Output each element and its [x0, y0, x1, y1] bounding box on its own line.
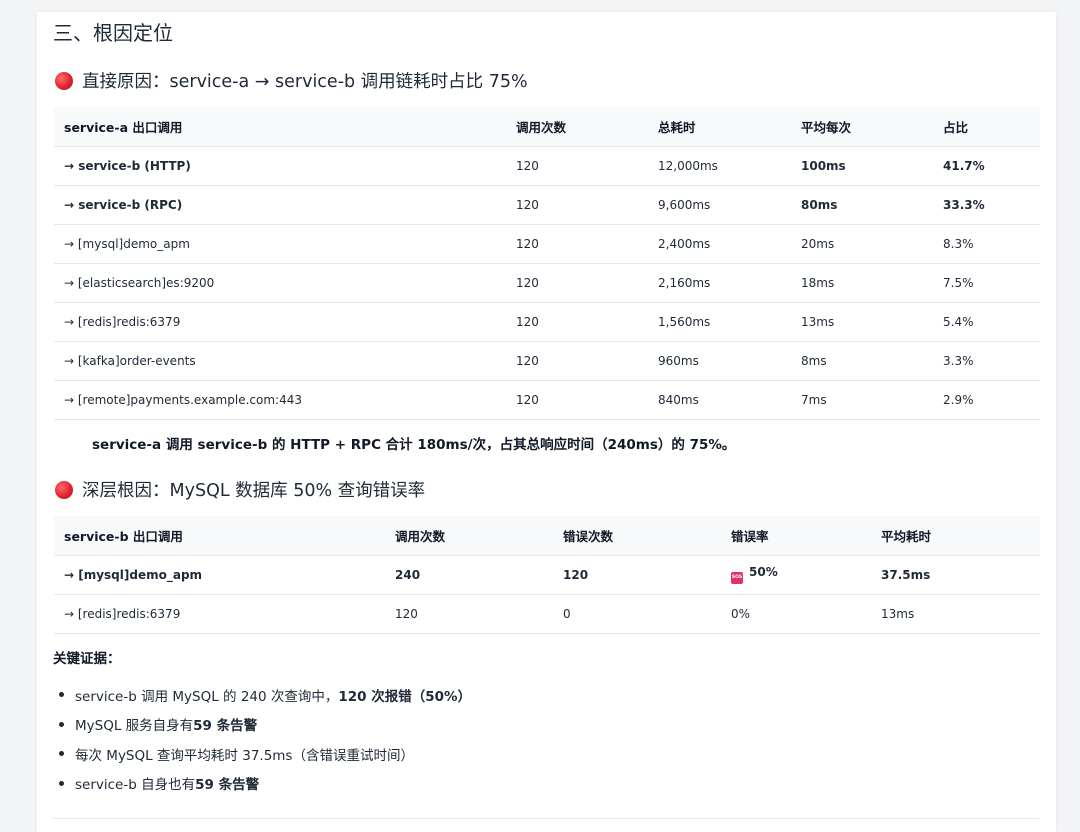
deep-cause-heading: 深层根因：MySQL 数据库 50% 查询错误率 [55, 477, 425, 502]
list-item-emphasis: 120 次报错（50%） [338, 688, 472, 705]
table-cell: 3.3% [933, 341, 1040, 381]
table-cell: → service-b (HTTP) [54, 146, 506, 186]
list-item-text: service-b 自身也有 [75, 777, 196, 794]
table-header-row: service-a 出口调用 调用次数 总耗时 平均每次 占比 [54, 107, 1040, 147]
table-cell: 0% [721, 594, 871, 634]
table-cell: 1,560ms [648, 302, 791, 342]
direct-cause-heading: 直接原因：service-a → service-b 调用链耗时占比 75% [55, 68, 528, 93]
table-cell: 33.3% [933, 185, 1040, 225]
column-header: 总耗时 [648, 107, 791, 147]
direct-cause-summary: service-a 调用 service-b 的 HTTP + RPC 合计 1… [92, 437, 736, 453]
table-cell: 18ms [791, 263, 933, 303]
list-item-emphasis: 59 条告警 [193, 718, 258, 735]
table-cell: → [mysql]demo_apm [54, 224, 506, 264]
table-row: → [elasticsearch]es:9200 120 2,160ms 18m… [54, 263, 1040, 303]
column-header: 平均每次 [791, 107, 933, 147]
red-circle-icon [55, 71, 73, 90]
column-header: service-b 出口调用 [54, 516, 385, 556]
divider [53, 818, 1039, 819]
evidence-title: 关键证据： [53, 651, 121, 667]
table-cell: 37.5ms [871, 555, 1040, 595]
red-circle-icon [55, 480, 73, 499]
table-cell: SOS 50% [721, 555, 871, 595]
table-cell: → [remote]payments.example.com:443 [54, 380, 506, 420]
table-cell: 2.9% [933, 380, 1040, 420]
document-page: 三、根因定位 直接原因：service-a → service-b 调用链耗时占… [37, 12, 1056, 832]
table-cell: 120 [506, 302, 648, 342]
list-item-text: MySQL 服务自身有 [75, 718, 194, 735]
column-header: 平均耗时 [871, 516, 1040, 556]
evidence-list: service-b 调用 MySQL 的 240 次查询中， 120 次报错（50… [59, 680, 471, 798]
table-cell: → [redis]redis:6379 [54, 594, 385, 634]
table-cell: 120 [506, 380, 648, 420]
table-cell: 120 [385, 594, 553, 634]
column-header: 占比 [933, 107, 1040, 147]
table-cell: → service-b (RPC) [54, 185, 506, 225]
table-row: → [kafka]order-events 120 960ms 8ms 3.3% [54, 341, 1040, 381]
table-cell: 20ms [791, 224, 933, 264]
table-cell: → [elasticsearch]es:9200 [54, 263, 506, 303]
sos-icon: SOS [731, 572, 743, 584]
list-item: 每次 MySQL 查询平均耗时 37.5ms（含错误重试时间） [59, 739, 471, 769]
table-cell: 120 [506, 224, 648, 264]
table-cell: 120 [506, 146, 648, 186]
table-header-row: service-b 出口调用 调用次数 错误次数 错误率 平均耗时 [54, 516, 1040, 556]
table-cell: 13ms [791, 302, 933, 342]
table-row: → [redis]redis:6379 120 0 0% 13ms [54, 594, 1040, 634]
table-cell: 0 [553, 594, 721, 634]
table-row: → service-b (HTTP) 120 12,000ms 100ms 41… [54, 146, 1040, 186]
table-cell: 2,160ms [648, 263, 791, 303]
error-rate-value: 50% [749, 565, 778, 579]
column-header: 调用次数 [506, 107, 648, 147]
column-header: service-a 出口调用 [54, 107, 506, 147]
table-cell: 80ms [791, 185, 933, 225]
list-item-text: service-b 调用 MySQL 的 240 次查询中， [75, 688, 339, 705]
deep-cause-heading-text: 深层根因：MySQL 数据库 50% 查询错误率 [82, 481, 426, 501]
table-cell: 120 [553, 555, 721, 595]
section-title: 三、根因定位 [53, 21, 173, 45]
table-cell: 9,600ms [648, 185, 791, 225]
table-cell: 12,000ms [648, 146, 791, 186]
table-row: → [remote]payments.example.com:443 120 8… [54, 380, 1040, 420]
column-header: 错误次数 [553, 516, 721, 556]
direct-cause-heading-text: 直接原因：service-a → service-b 调用链耗时占比 75% [82, 72, 528, 92]
list-item: service-b 自身也有 59 条告警 [59, 769, 471, 799]
table-cell: → [redis]redis:6379 [54, 302, 506, 342]
table-cell: 240 [385, 555, 553, 595]
table-cell: 120 [506, 185, 648, 225]
table-cell: 840ms [648, 380, 791, 420]
table-row: → [mysql]demo_apm 240 120 SOS 50% 37.5ms [54, 555, 1040, 595]
table-cell: 7ms [791, 380, 933, 420]
list-item-emphasis: 59 条告警 [195, 777, 260, 794]
direct-cause-table: service-a 出口调用 调用次数 总耗时 平均每次 占比 → servic… [54, 107, 1040, 420]
table-cell: 5.4% [933, 302, 1040, 342]
table-cell: 120 [506, 263, 648, 303]
table-row: → service-b (RPC) 120 9,600ms 80ms 33.3% [54, 185, 1040, 225]
list-item: MySQL 服务自身有 59 条告警 [59, 710, 471, 740]
table-cell: → [kafka]order-events [54, 341, 506, 381]
table-row: → [redis]redis:6379 120 1,560ms 13ms 5.4… [54, 302, 1040, 342]
column-header: 调用次数 [385, 516, 553, 556]
deep-cause-table: service-b 出口调用 调用次数 错误次数 错误率 平均耗时 → [mys… [54, 516, 1040, 634]
table-cell: 8.3% [933, 224, 1040, 264]
table-cell: 8ms [791, 341, 933, 381]
list-item: service-b 调用 MySQL 的 240 次查询中， 120 次报错（50… [59, 680, 471, 710]
table-cell: 13ms [871, 594, 1040, 634]
list-item-text: 每次 MySQL 查询平均耗时 37.5ms（含错误重试时间） [75, 747, 414, 764]
column-header: 错误率 [721, 516, 871, 556]
table-row: → [mysql]demo_apm 120 2,400ms 20ms 8.3% [54, 224, 1040, 264]
table-cell: 120 [506, 341, 648, 381]
table-cell: → [mysql]demo_apm [54, 555, 385, 595]
table-cell: 960ms [648, 341, 791, 381]
table-cell: 7.5% [933, 263, 1040, 303]
table-cell: 100ms [791, 146, 933, 186]
table-cell: 41.7% [933, 146, 1040, 186]
table-cell: 2,400ms [648, 224, 791, 264]
